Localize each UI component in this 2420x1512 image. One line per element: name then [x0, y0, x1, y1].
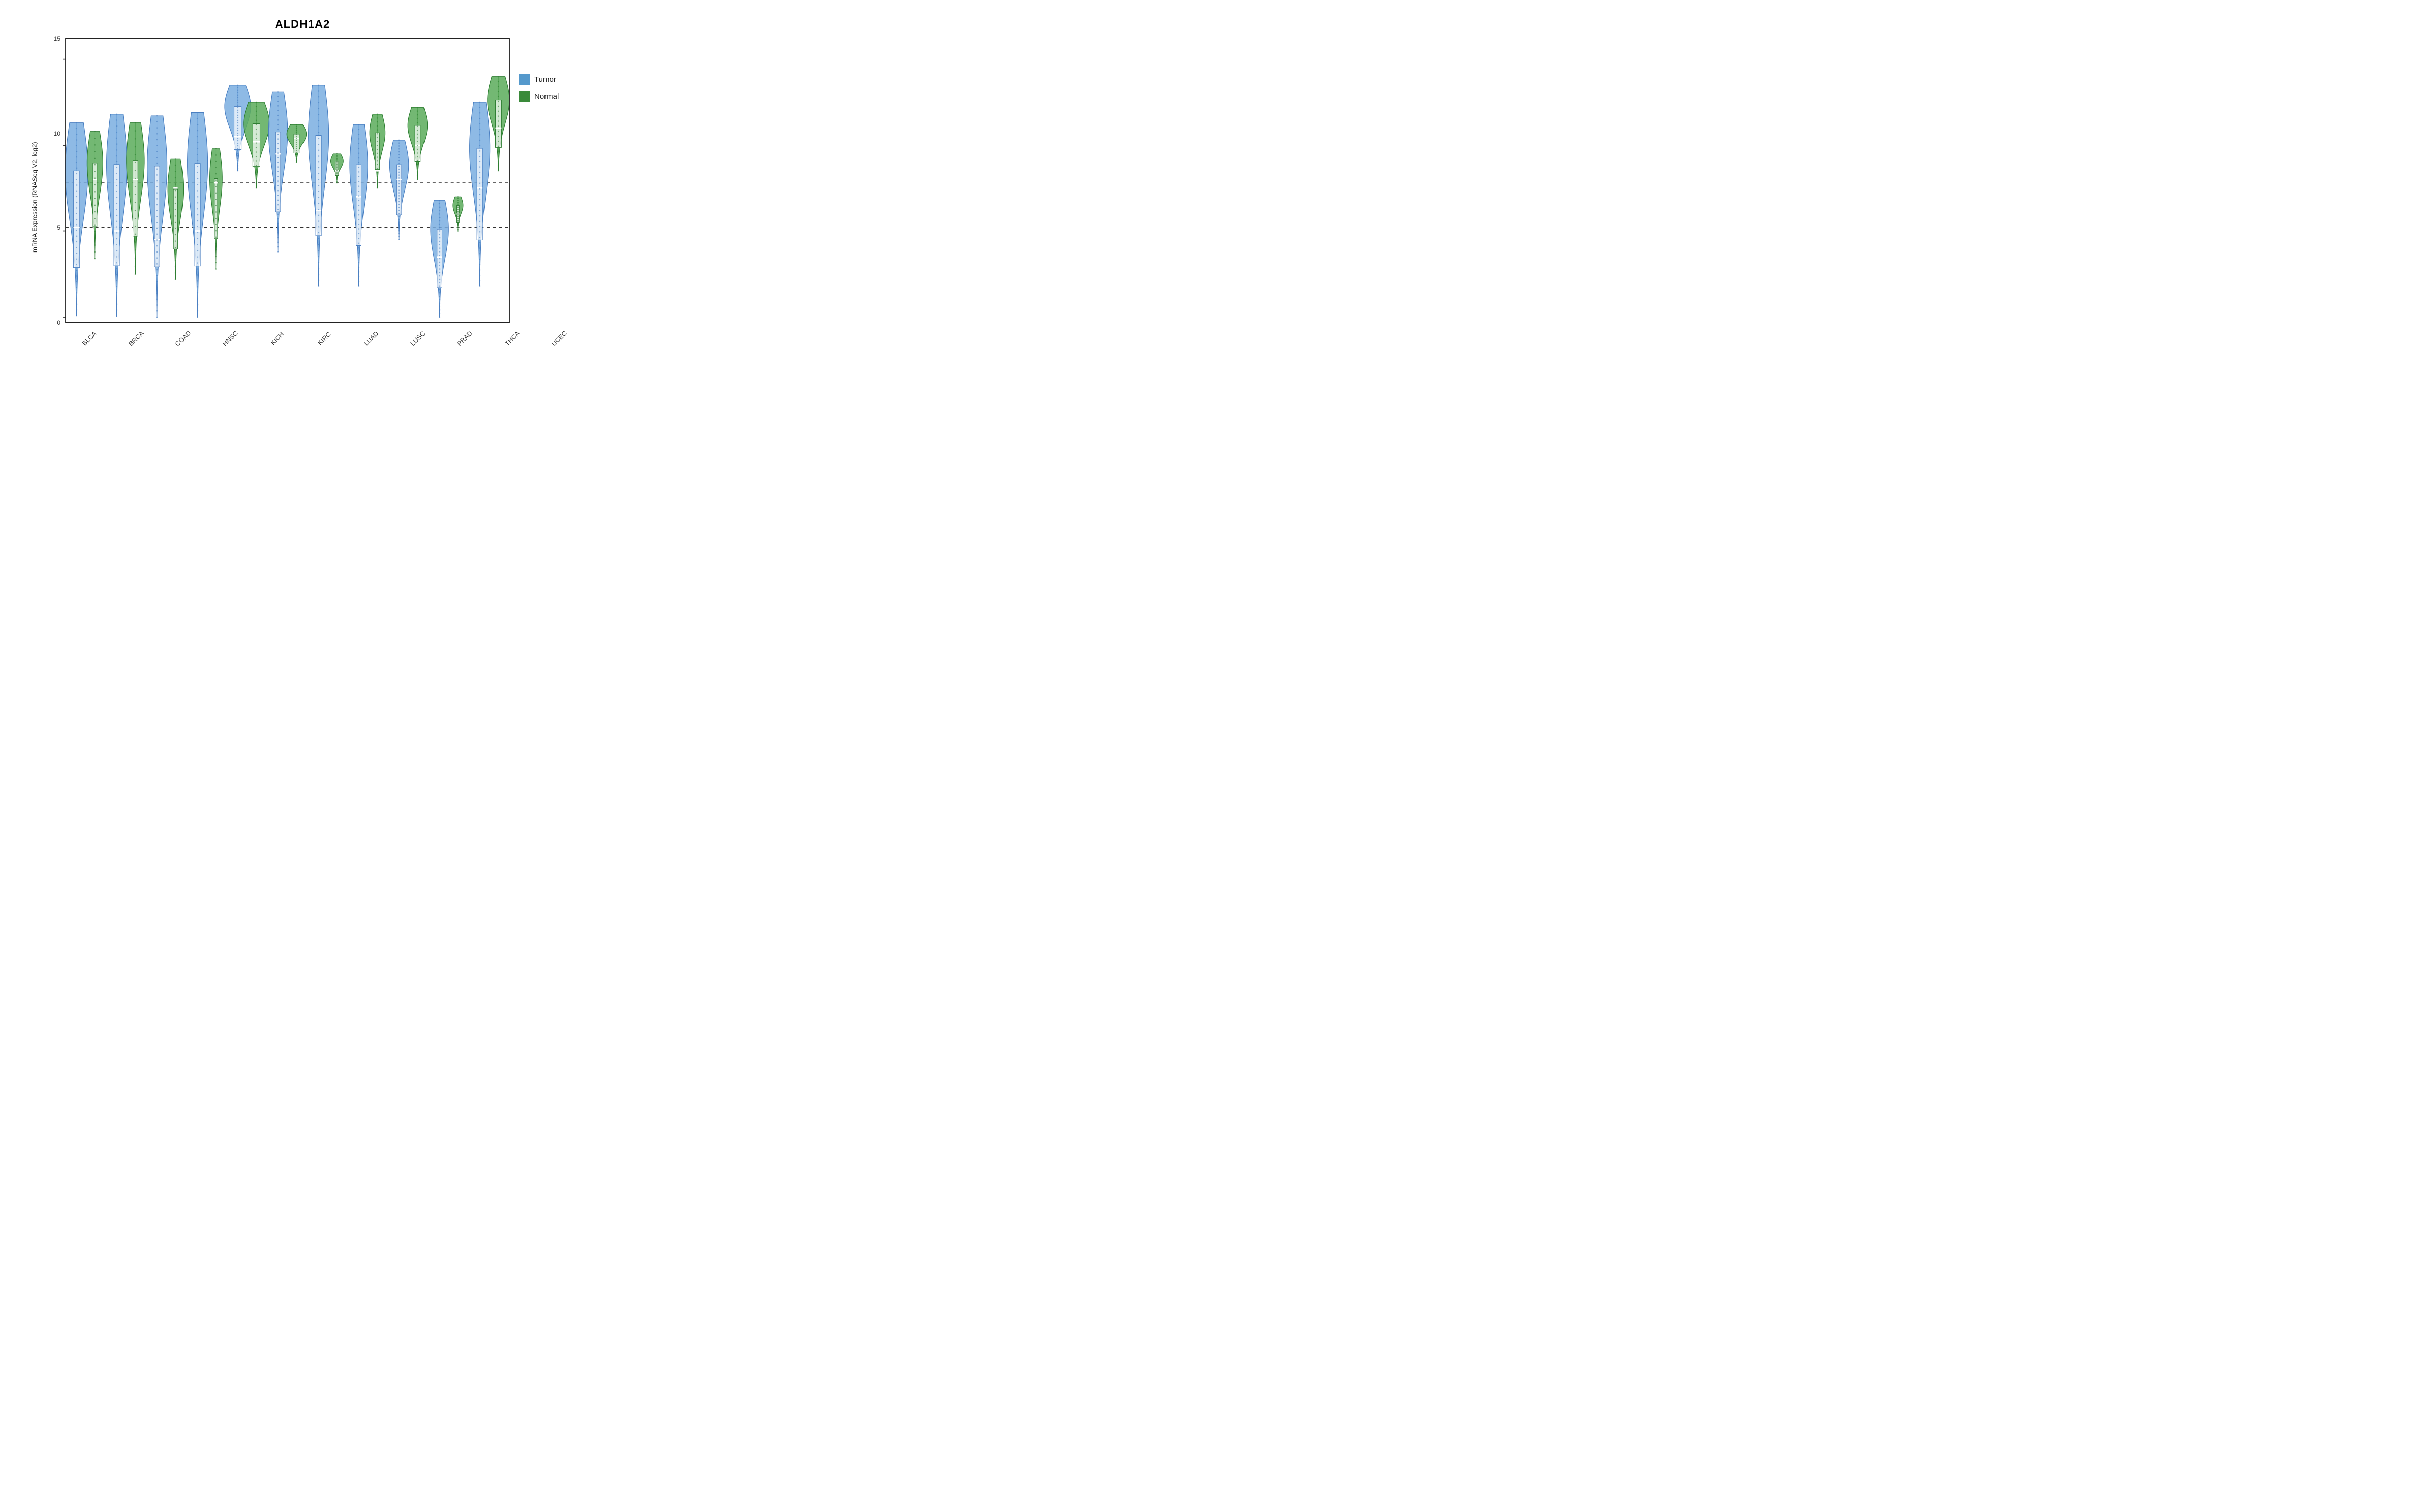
y-tick-15: 15: [54, 36, 60, 42]
legend-tumor-label: Tumor: [534, 75, 556, 84]
legend-normal: Normal: [519, 91, 580, 102]
y-tick-5: 5: [57, 225, 60, 231]
plot-area: [63, 33, 514, 336]
chart-title: ALDH1A2: [25, 13, 580, 33]
legend-normal-box: [519, 91, 530, 102]
legend-tumor-box: [519, 74, 530, 85]
legend-normal-label: Normal: [534, 92, 559, 101]
chart-container: ALDH1A2 mRNA Expression (RNASeq V2, log2…: [25, 13, 580, 365]
y-axis-label: mRNA Expression (RNASeq V2, log2): [25, 33, 45, 361]
y-tick-0: 0: [57, 320, 60, 326]
legend: Tumor Normal: [514, 33, 580, 336]
legend-tumor: Tumor: [519, 74, 580, 85]
y-ticks: 15 10 5 0: [45, 33, 63, 336]
y-tick-10: 10: [54, 131, 60, 137]
x-axis-labels: BLCABRCACOADHNSCKICHKIRCLUADLUSCPRADTHCA…: [63, 336, 580, 361]
